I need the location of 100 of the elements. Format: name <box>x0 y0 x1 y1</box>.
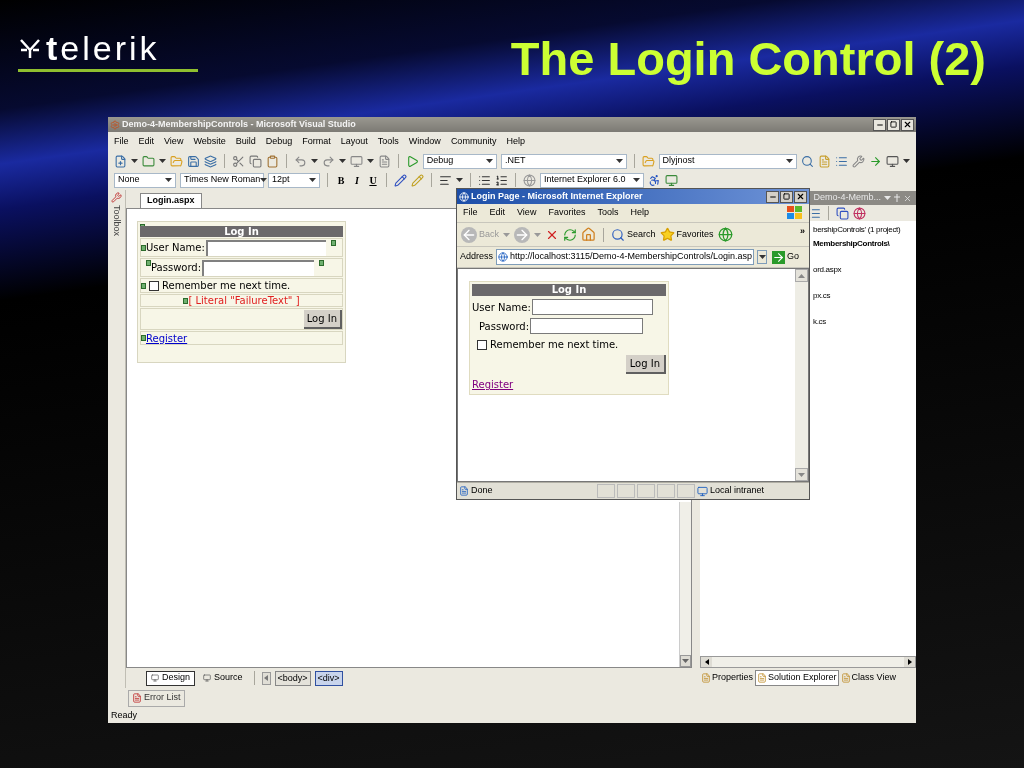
menu-item[interactable]: File <box>463 206 478 220</box>
close-button[interactable] <box>794 190 807 203</box>
window-icon[interactable] <box>349 154 363 168</box>
password-field[interactable] <box>530 318 644 334</box>
menu-item[interactable]: View <box>517 206 537 220</box>
document-tab[interactable]: Login.aspx <box>140 193 202 208</box>
tag-path-item[interactable]: <div> <box>314 670 343 686</box>
solution-tree-item[interactable]: bershipControls' (1 project) <box>813 224 916 236</box>
solution-tree-item[interactable]: k.cs <box>813 316 916 328</box>
font-size-combo[interactable]: 12pt <box>268 172 320 188</box>
bullet-list-icon[interactable] <box>478 173 491 187</box>
target-browser-combo[interactable]: Internet Explorer 6.0 <box>540 172 644 188</box>
checkbox[interactable] <box>149 280 159 291</box>
configuration-combo[interactable]: Debug <box>422 153 497 169</box>
folder-icon[interactable] <box>142 154 155 168</box>
favorites-button[interactable]: Favorites <box>659 227 714 242</box>
list-icon[interactable] <box>835 154 848 168</box>
media-icon[interactable] <box>717 227 733 242</box>
window-icon[interactable] <box>665 173 678 187</box>
menu-item[interactable]: Layout <box>340 135 368 149</box>
document-icon[interactable] <box>818 154 831 168</box>
user-name-field[interactable] <box>531 299 653 315</box>
menu-item[interactable]: Tools <box>377 135 399 149</box>
arrow-icon[interactable] <box>869 154 882 168</box>
checkbox[interactable] <box>477 339 487 350</box>
menu-item[interactable]: Format <box>302 135 331 149</box>
cut-icon[interactable] <box>231 154 245 168</box>
search-icon[interactable] <box>801 154 814 168</box>
view-tab[interactable]: Design <box>146 670 195 686</box>
home-icon[interactable] <box>581 227 596 242</box>
menu-item[interactable]: Help <box>506 135 525 149</box>
play-icon[interactable] <box>405 154 419 168</box>
style-combo[interactable]: None <box>114 172 176 188</box>
refresh-icon[interactable] <box>563 227 577 242</box>
tag-path-item[interactable]: <body> <box>274 670 311 686</box>
paste-icon[interactable] <box>265 154 279 168</box>
toolbox-label[interactable]: Toolbox <box>109 205 124 237</box>
copy-icon[interactable] <box>248 154 262 168</box>
search-button[interactable]: Search <box>611 227 656 242</box>
menu-item[interactable]: View <box>164 135 184 149</box>
menu-item[interactable]: Window <box>408 135 441 149</box>
log-in-button[interactable]: Log In <box>625 355 666 374</box>
minimize-button[interactable] <box>873 118 886 131</box>
maximize-button[interactable] <box>780 190 793 203</box>
solution-tree-item[interactable]: px.cs <box>813 290 916 302</box>
menu-item[interactable]: Tools <box>597 206 619 220</box>
save-icon[interactable] <box>187 154 200 168</box>
address-field[interactable]: http://localhost:3115/Demo-4-MembershipControls/Login.asp <box>496 249 755 265</box>
login-control[interactable]: Log In User Name: Password: Remember me next time. [ Literal "FailureText" ] Log In Register <box>137 221 346 363</box>
password-field[interactable] <box>202 259 315 276</box>
more-chevron[interactable]: » <box>800 225 805 239</box>
format-button[interactable]: B <box>335 172 347 188</box>
menu-item[interactable]: Community <box>450 135 497 149</box>
new-project-icon[interactable] <box>114 154 127 168</box>
view-tab[interactable]: Source <box>199 670 247 686</box>
user-name-field[interactable] <box>205 239 326 256</box>
maximize-button[interactable] <box>887 118 900 131</box>
go-button[interactable]: Go <box>772 250 800 264</box>
vertical-scrollbar[interactable] <box>795 269 808 481</box>
menu-item[interactable]: Debug <box>265 135 293 149</box>
register-link[interactable]: Register <box>472 377 514 392</box>
accessibility-icon[interactable] <box>648 173 661 187</box>
close-icon[interactable] <box>903 193 912 203</box>
horizontal-scrollbar[interactable] <box>700 656 916 668</box>
menu-item[interactable]: Favorites <box>548 206 586 220</box>
align-icon[interactable] <box>439 173 452 187</box>
format-button[interactable]: U <box>367 172 379 188</box>
vertical-scrollbar[interactable] <box>679 502 691 667</box>
undo-icon[interactable] <box>293 154 307 168</box>
panel-tab[interactable]: Class View <box>839 670 897 686</box>
find-combo[interactable]: Dlyjnost <box>658 153 797 169</box>
numbered-list-icon[interactable] <box>495 173 508 187</box>
font-color-icon[interactable] <box>394 173 407 187</box>
menu-item[interactable]: Website <box>193 135 226 149</box>
window-icon[interactable] <box>886 154 899 168</box>
close-button[interactable] <box>901 118 914 131</box>
save-all-icon[interactable] <box>204 154 217 168</box>
dropdown-button[interactable] <box>757 250 768 264</box>
login-control[interactable]: Log In User Name: Password: Remember me next time. Log In Register <box>469 281 669 395</box>
solution-tree-item[interactable]: MembershipControls\ <box>813 238 916 250</box>
wrench-icon[interactable] <box>852 154 865 168</box>
wrench-icon[interactable] <box>111 192 122 203</box>
menu-item[interactable]: Build <box>235 135 256 149</box>
scroll-left-button[interactable] <box>261 671 271 685</box>
pin-icon[interactable] <box>894 194 900 202</box>
error-list-tab[interactable]: Error List <box>128 689 185 707</box>
globe-icon[interactable] <box>523 173 536 187</box>
font-combo[interactable]: Times New Roman <box>180 172 264 188</box>
platform-combo[interactable]: .NET <box>500 153 627 169</box>
redo-icon[interactable] <box>321 154 335 168</box>
panel-tab[interactable]: Solution Explorer <box>755 670 839 686</box>
format-button[interactable]: I <box>351 172 363 188</box>
minimize-button[interactable] <box>766 190 779 203</box>
log-in-button[interactable]: Log In <box>303 309 342 329</box>
arrow-left-icon[interactable] <box>704 659 709 665</box>
copy-icon[interactable] <box>836 206 849 220</box>
menu-item[interactable]: Edit <box>489 206 506 220</box>
globe-icon[interactable] <box>853 206 866 220</box>
menu-item[interactable]: Help <box>630 206 649 220</box>
menu-item[interactable]: File <box>114 135 129 149</box>
